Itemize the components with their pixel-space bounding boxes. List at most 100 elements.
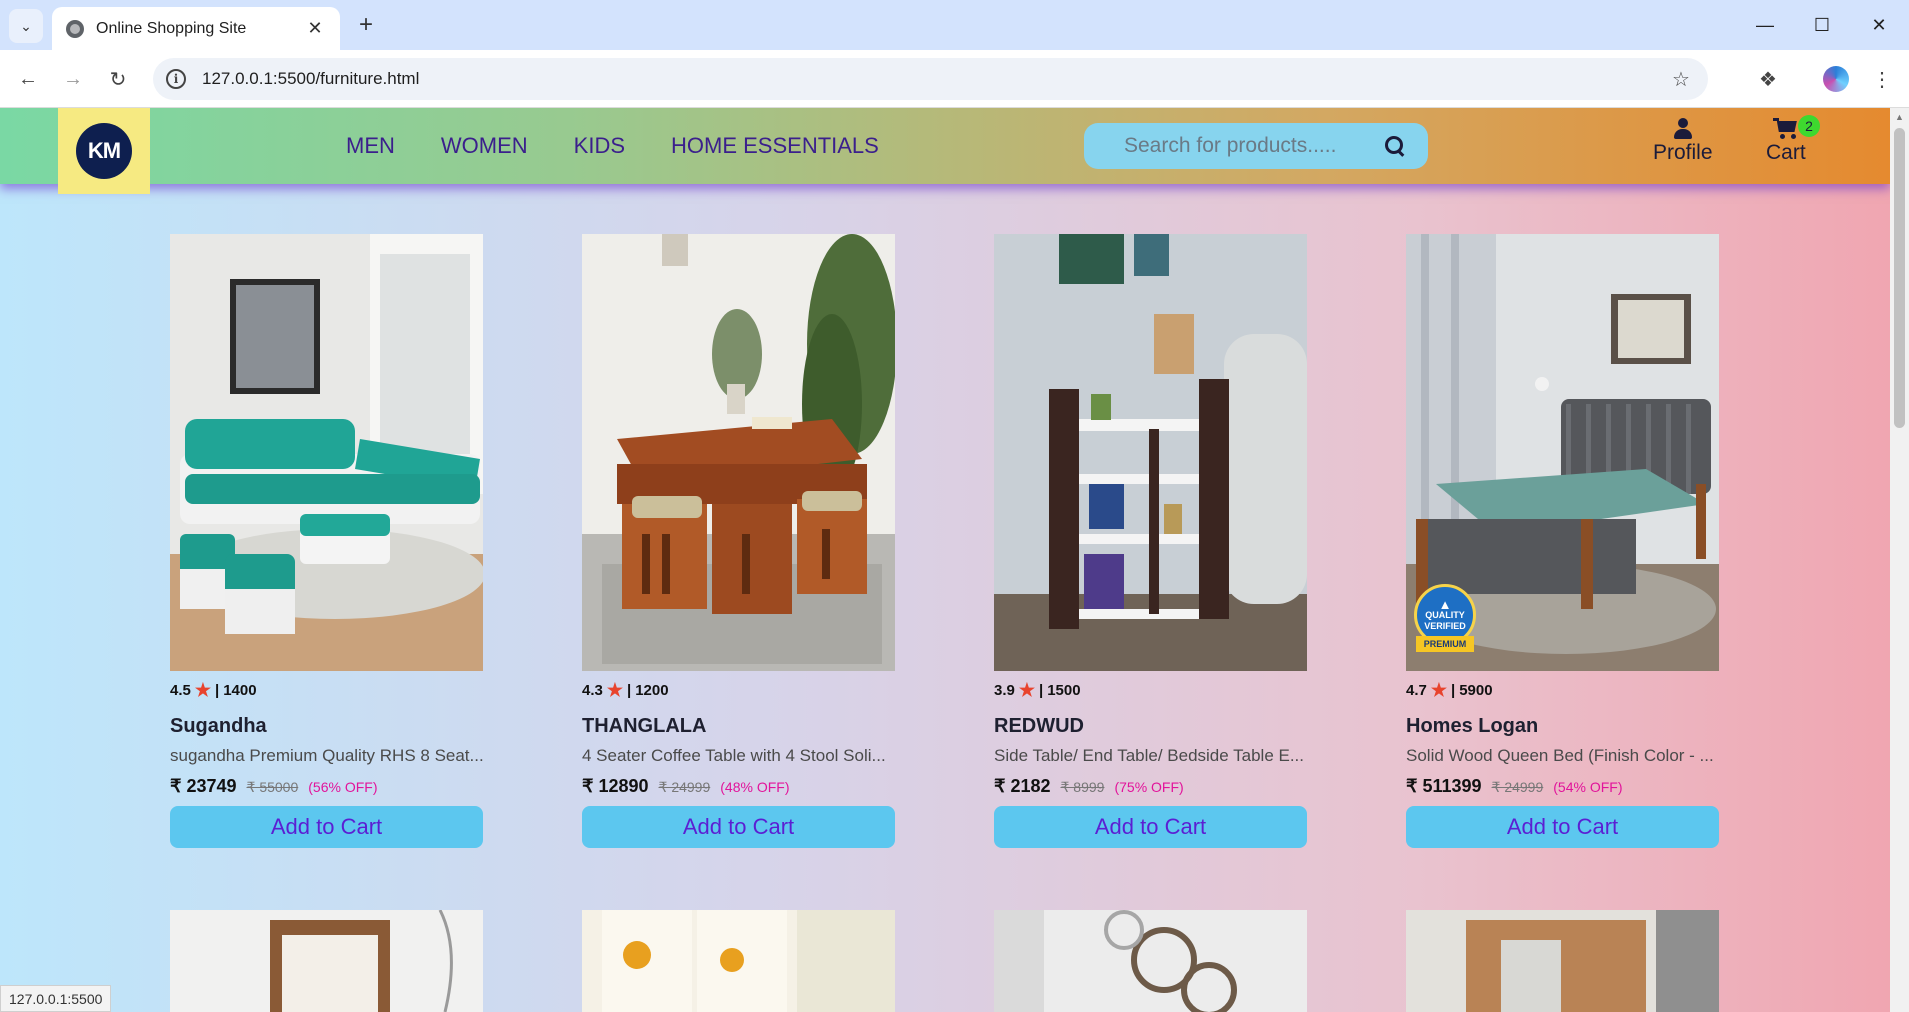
product-card[interactable]: 3.9 ★ | 1500 REDWUD Side Table/ End Tabl… xyxy=(994,234,1307,848)
nav-link-women[interactable]: WOMEN xyxy=(441,133,528,159)
price-row: ₹ 12890 ₹ 24999 (48% OFF) xyxy=(582,776,895,797)
original-price: ₹ 8999 xyxy=(1060,779,1105,795)
page-viewport: KM MEN WOMEN KIDS HOME ESSENTIALS Search… xyxy=(0,108,1890,1012)
rating: 3.9 ★ | 1500 xyxy=(994,680,1081,700)
profile-label: Profile xyxy=(1653,141,1713,164)
rating-value: 4.5 xyxy=(170,681,191,699)
cart-label: Cart xyxy=(1766,141,1806,164)
tab-search-chevron-icon[interactable]: ⌄ xyxy=(9,9,43,43)
rating-value: 4.3 xyxy=(582,681,603,699)
profile-button[interactable]: Profile xyxy=(1653,118,1713,165)
nav-link-men[interactable]: MEN xyxy=(346,133,395,159)
product-description: Side Table/ End Table/ Bedside Table E..… xyxy=(994,746,1305,765)
product-brand: REDWUD xyxy=(994,715,1084,737)
price-row: ₹ 511399 ₹ 24999 (54% OFF) xyxy=(1406,776,1719,797)
logo-mark: KM xyxy=(76,123,132,179)
product-description: sugandha Premium Quality RHS 8 Seat... xyxy=(170,746,483,765)
extensions-icon[interactable]: ❖ xyxy=(1752,63,1784,95)
site-info-icon[interactable]: i xyxy=(166,69,186,89)
review-count: 1200 xyxy=(635,681,669,699)
profile-avatar[interactable] xyxy=(1820,63,1852,95)
product-price: ₹ 23749 xyxy=(170,776,237,796)
browser-toolbar: ← → ↻ i 127.0.0.1:5500/furniture.html ☆ … xyxy=(0,50,1909,108)
discount: (54% OFF) xyxy=(1553,779,1623,795)
price-row: ₹ 2182 ₹ 8999 (75% OFF) xyxy=(994,776,1307,797)
original-price: ₹ 24999 xyxy=(1491,779,1544,795)
cart-count-badge: 2 xyxy=(1798,115,1820,137)
product-image[interactable] xyxy=(170,910,483,1012)
star-icon: ★ xyxy=(1018,680,1035,700)
product-card[interactable]: 4.5 ★ | 1400 Sugandha sugandha Premium Q… xyxy=(170,234,483,848)
product-image[interactable] xyxy=(994,910,1307,1012)
rating-value: 3.9 xyxy=(994,681,1015,699)
tab-title: Online Shopping Site xyxy=(96,19,247,37)
review-count: 1500 xyxy=(1047,681,1081,699)
review-count: 1400 xyxy=(223,681,257,699)
product-description: 4 Seater Coffee Table with 4 Stool Soli.… xyxy=(582,746,886,765)
close-window-icon[interactable]: ✕ xyxy=(1851,0,1907,50)
nav-link-kids[interactable]: KIDS xyxy=(574,133,625,159)
product-image[interactable] xyxy=(582,234,895,671)
browser-tab-bar: ⌄ Online Shopping Site ✕ + — ☐ ✕ xyxy=(0,0,1909,50)
url-text[interactable]: 127.0.0.1:5500/furniture.html xyxy=(202,69,1666,89)
product-image[interactable] xyxy=(994,234,1307,671)
product-brand: Sugandha xyxy=(170,715,267,737)
site-header: KM MEN WOMEN KIDS HOME ESSENTIALS Search… xyxy=(0,108,1890,194)
forward-icon[interactable]: → xyxy=(57,63,89,95)
product-description: Solid Wood Queen Bed (Finish Color - ... xyxy=(1406,746,1714,765)
back-icon[interactable]: ← xyxy=(12,63,44,95)
price-row: ₹ 23749 ₹ 55000 (56% OFF) xyxy=(170,776,483,797)
product-price: ₹ 12890 xyxy=(582,776,649,796)
add-to-cart-button[interactable]: Add to Cart xyxy=(582,806,895,848)
rating: 4.3 ★ | 1200 xyxy=(582,680,669,700)
thumbs-up-icon: ▲ xyxy=(1438,596,1452,612)
original-price: ₹ 55000 xyxy=(246,779,299,795)
star-icon: ★ xyxy=(1430,680,1447,700)
product-image[interactable] xyxy=(170,234,483,671)
site-logo[interactable]: KM xyxy=(58,108,150,194)
product-price: ₹ 2182 xyxy=(994,776,1051,796)
product-image[interactable]: ▲ QUALITY VERIFIED PREMIUM xyxy=(1406,234,1719,671)
rating: 4.5 ★ | 1400 xyxy=(170,680,257,700)
star-icon: ★ xyxy=(194,680,211,700)
page-scrollbar[interactable]: ▲ xyxy=(1890,108,1909,1012)
close-tab-icon[interactable]: ✕ xyxy=(304,18,326,39)
product-card[interactable]: 4.3 ★ | 1200 THANGLALA 4 Seater Coffee T… xyxy=(582,234,895,848)
discount: (75% OFF) xyxy=(1114,779,1184,795)
search-box[interactable]: Search for products..... xyxy=(1084,123,1428,169)
scroll-up-icon[interactable]: ▲ xyxy=(1895,112,1904,122)
reload-icon[interactable]: ↻ xyxy=(102,63,134,95)
main-nav: MEN WOMEN KIDS HOME ESSENTIALS xyxy=(346,108,879,184)
product-brand: Homes Logan xyxy=(1406,715,1539,737)
rating: 4.7 ★ | 5900 xyxy=(1406,680,1493,700)
discount: (56% OFF) xyxy=(308,779,378,795)
browser-tab[interactable]: Online Shopping Site ✕ xyxy=(52,7,340,50)
quality-verified-badge: ▲ QUALITY VERIFIED PREMIUM xyxy=(1414,584,1476,662)
product-card[interactable]: ▲ QUALITY VERIFIED PREMIUM 4.7 ★ | 5900 … xyxy=(1406,234,1719,848)
product-brand: THANGLALA xyxy=(582,715,707,737)
browser-menu-icon[interactable]: ⋮ xyxy=(1866,63,1898,95)
minimize-icon[interactable]: — xyxy=(1737,0,1793,50)
nav-link-home-essentials[interactable]: HOME ESSENTIALS xyxy=(671,133,879,159)
product-price: ₹ 511399 xyxy=(1406,776,1482,796)
person-icon xyxy=(1672,118,1694,140)
original-price: ₹ 24999 xyxy=(658,779,711,795)
review-count: 5900 xyxy=(1459,681,1493,699)
search-input[interactable]: Search for products..... xyxy=(1124,134,1384,158)
address-bar[interactable]: i 127.0.0.1:5500/furniture.html ☆ xyxy=(153,58,1708,100)
new-tab-icon[interactable]: + xyxy=(352,12,380,40)
add-to-cart-button[interactable]: Add to Cart xyxy=(170,806,483,848)
add-to-cart-button[interactable]: Add to Cart xyxy=(994,806,1307,848)
bookmark-star-icon[interactable]: ☆ xyxy=(1666,67,1696,92)
product-image[interactable] xyxy=(582,910,895,1012)
discount: (48% OFF) xyxy=(720,779,790,795)
status-bar-url: 127.0.0.1:5500 xyxy=(0,985,112,1012)
product-image[interactable] xyxy=(1406,910,1719,1012)
cart-icon xyxy=(1772,118,1799,140)
maximize-icon[interactable]: ☐ xyxy=(1794,0,1850,50)
globe-icon xyxy=(66,19,84,38)
scroll-thumb[interactable] xyxy=(1894,128,1905,428)
search-icon[interactable] xyxy=(1384,135,1406,157)
rating-value: 4.7 xyxy=(1406,681,1427,699)
add-to-cart-button[interactable]: Add to Cart xyxy=(1406,806,1719,848)
